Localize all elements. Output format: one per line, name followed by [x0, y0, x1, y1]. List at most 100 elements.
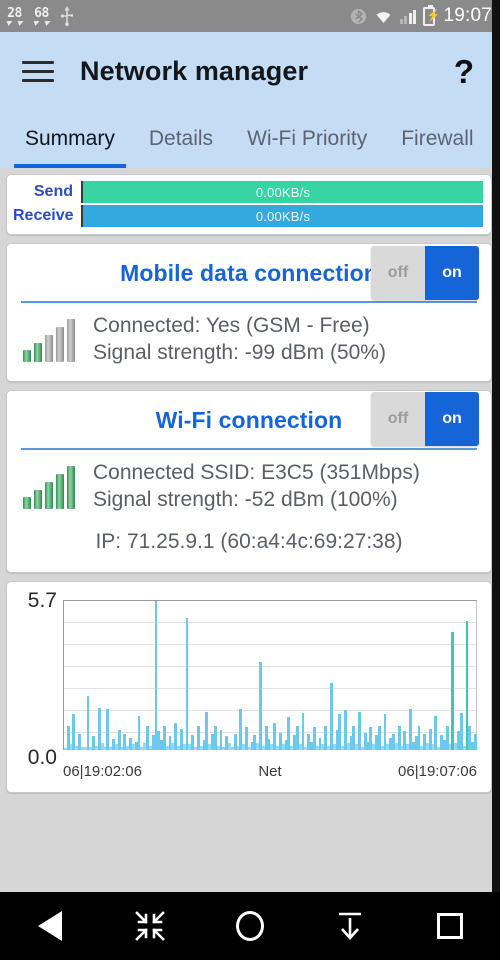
- wifi-icon: [376, 11, 391, 23]
- status-bar-left: 28 68: [5, 6, 350, 26]
- chart-x-start-label: 06|19:02:06: [63, 762, 142, 780]
- wifi-body: Connected SSID: E3C5 (351Mbps) Signal st…: [7, 460, 491, 528]
- back-button[interactable]: [18, 903, 82, 949]
- chart-bar: [137, 715, 141, 750]
- speed-indicator-1-value: 28: [7, 6, 22, 21]
- battery-charging-icon: ⚡: [423, 4, 440, 26]
- chart-bar: [287, 716, 291, 750]
- receive-row: Receive 0.00KB/s: [13, 205, 483, 227]
- wifi-toggle-off[interactable]: off: [371, 392, 425, 447]
- phone-screen: 28 68 ⚡ 19:07 Network manager ? Summary …: [0, 0, 500, 960]
- chart-bar: [448, 744, 452, 750]
- chart-bar: [360, 746, 364, 750]
- tab-details[interactable]: Details: [132, 110, 230, 168]
- screen-edge: [492, 0, 500, 960]
- chart-bar: [154, 600, 158, 750]
- wifi-signal: Signal strength: -52 dBm (100%): [93, 487, 398, 511]
- mobile-data-toggle-off[interactable]: off: [371, 245, 425, 300]
- chart-bar: [298, 744, 302, 750]
- chart-plot-area: [63, 599, 477, 750]
- speed-indicator-2: 68: [32, 6, 51, 26]
- home-button[interactable]: [218, 903, 282, 949]
- chart-bar: [95, 746, 98, 750]
- chart-bar: [247, 746, 251, 750]
- chart-bar: [230, 747, 234, 750]
- chart-bar: [406, 744, 410, 750]
- wifi-toggle-on[interactable]: on: [425, 392, 479, 447]
- shrink-arrows-icon: [135, 911, 165, 941]
- chart-bar: [332, 744, 336, 750]
- speed-indicator-2-value: 68: [34, 6, 49, 21]
- app-bar: Network manager ?: [0, 32, 500, 110]
- chart-bar: [462, 745, 466, 750]
- chart-bar: [199, 745, 203, 750]
- chart-bar: [72, 714, 76, 750]
- chart-bar: [216, 745, 220, 750]
- status-bar-clock: 19:07: [443, 5, 492, 26]
- recents-square-icon: [437, 913, 463, 939]
- send-row: Send 0.00KB/s: [13, 181, 483, 203]
- chart-bar: [177, 746, 180, 750]
- chart-bar: [236, 746, 240, 750]
- help-icon[interactable]: ?: [448, 55, 480, 88]
- wifi-ssid: Connected SSID: E3C5 (351Mbps): [93, 460, 420, 484]
- tab-bar: Summary Details Wi-Fi Priority Firewall …: [0, 110, 500, 168]
- chart-bar: [290, 745, 294, 750]
- wifi-title: Wi-Fi connection: [155, 406, 343, 433]
- chart-bar: [301, 712, 305, 750]
- chart-bar: [259, 661, 262, 750]
- chart-bar: [64, 747, 67, 750]
- receive-label: Receive: [13, 207, 74, 224]
- send-label: Send: [33, 183, 73, 200]
- chart-bar: [372, 744, 376, 750]
- mobile-data-text: Connected: Yes (GSM - Free) Signal stren…: [93, 313, 386, 367]
- wifi-toggle[interactable]: off on: [371, 392, 479, 447]
- hamburger-menu-icon[interactable]: [22, 55, 54, 88]
- wifi-divider: [21, 447, 477, 450]
- chart-bar: [188, 744, 192, 750]
- tab-wifi-priority[interactable]: Wi-Fi Priority: [230, 110, 384, 168]
- chart-bar: [474, 733, 477, 750]
- traffic-chart: 5.7 0.0 06|19:02:06 Net 06|19:07:06: [15, 589, 481, 782]
- chart-bar: [109, 746, 113, 750]
- chart-center-label: Net: [258, 762, 282, 780]
- chart-bar: [165, 745, 169, 750]
- mobile-data-toggle-on[interactable]: on: [425, 245, 479, 300]
- chart-bar: [89, 746, 93, 750]
- download-arrow-icon: [339, 912, 361, 940]
- chart-bar: [434, 715, 438, 750]
- mobile-data-toggle[interactable]: off on: [371, 245, 479, 300]
- speed-indicator-1: 28: [5, 6, 24, 26]
- chart-bar: [315, 745, 319, 750]
- chart-bar: [426, 742, 429, 750]
- tab-summary[interactable]: Summary: [8, 110, 132, 168]
- chart-bar: [329, 682, 333, 750]
- tab-firewall[interactable]: Firewall: [384, 110, 490, 168]
- chart-bar: [75, 745, 79, 750]
- chart-bar: [103, 747, 107, 750]
- chart-bar: [86, 695, 90, 750]
- scroll-content: Send 0.00KB/s Receive 0.00KB/s Mobile da…: [0, 168, 500, 892]
- chart-x-end-label: 06|19:07:06: [398, 762, 477, 780]
- mobile-data-body: Connected: Yes (GSM - Free) Signal stren…: [7, 313, 491, 381]
- download-button[interactable]: [318, 903, 382, 949]
- mobile-data-card: Mobile data connection off on Connected:…: [6, 243, 492, 382]
- recents-button[interactable]: [418, 903, 482, 949]
- chart-bar: [437, 746, 441, 750]
- chart-bar: [148, 745, 152, 750]
- chart-bar: [114, 744, 118, 750]
- mobile-data-divider: [21, 301, 477, 303]
- wifi-ip: IP: 71.25.9.1 (60:a4:4c:69:27:38): [95, 529, 403, 553]
- wifi-text: Connected SSID: E3C5 (351Mbps) Signal st…: [93, 460, 420, 514]
- chart-bar: [304, 746, 308, 750]
- wifi-card: Wi-Fi connection off on Connected SSID: …: [6, 389, 492, 573]
- shrink-button[interactable]: [118, 903, 182, 949]
- throughput-card: Send 0.00KB/s Receive 0.00KB/s: [6, 174, 492, 235]
- send-bar: 0.00KB/s: [81, 181, 483, 203]
- chart-bar: [327, 746, 330, 750]
- chart-bar: [270, 744, 274, 750]
- chart-spikes: [64, 600, 477, 750]
- chart-bar: [83, 747, 87, 750]
- mobile-data-connected: Connected: Yes (GSM - Free): [93, 314, 370, 337]
- chart-bar: [185, 617, 189, 750]
